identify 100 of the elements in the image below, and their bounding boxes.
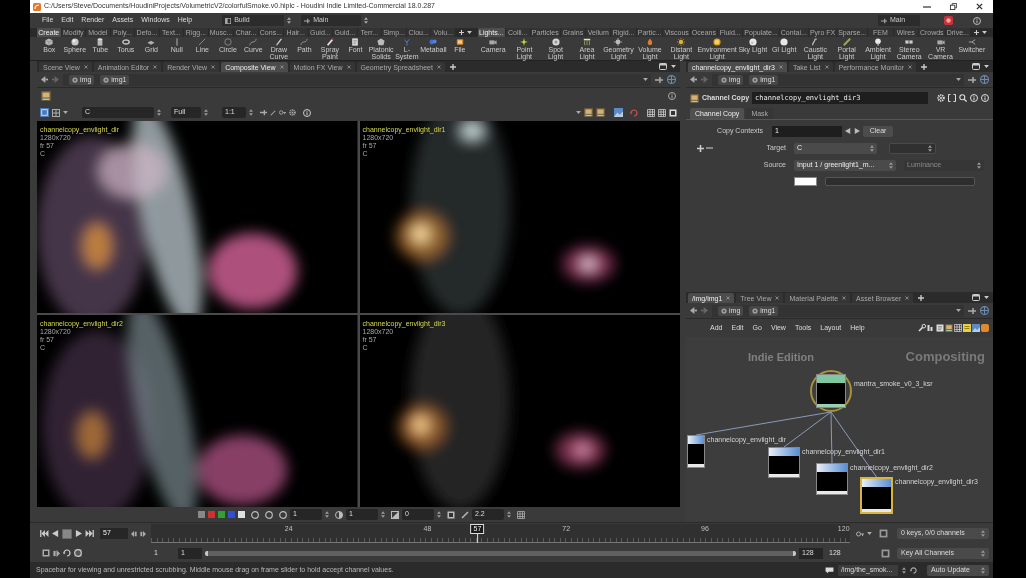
caret-icon[interactable] — [956, 78, 961, 81]
updown-icon[interactable] — [507, 511, 511, 518]
close-icon[interactable] — [976, 3, 983, 10]
grid-icon[interactable] — [658, 108, 666, 117]
info-icon[interactable] — [973, 16, 981, 25]
back-arrow-icon[interactable] — [690, 307, 697, 314]
badge-icon[interactable] — [944, 16, 953, 25]
network-node[interactable] — [768, 447, 800, 478]
minimize-icon[interactable] — [923, 5, 931, 8]
caret-icon[interactable] — [671, 65, 676, 68]
slash-icon[interactable] — [461, 510, 469, 519]
square-frame-icon[interactable] — [881, 548, 890, 558]
back-arrow-icon[interactable] — [690, 76, 697, 83]
add-shelf-icon[interactable] — [973, 30, 979, 35]
grid-icon[interactable] — [647, 108, 655, 117]
cross-icon[interactable] — [655, 75, 663, 84]
skip-end-icon[interactable] — [85, 530, 94, 537]
chat-icon[interactable] — [825, 566, 834, 574]
wrench-icon[interactable] — [918, 324, 926, 332]
square-frame-icon[interactable] — [669, 108, 677, 117]
updown-icon[interactable] — [981, 549, 985, 557]
search-icon[interactable] — [959, 94, 967, 102]
skip-start-icon[interactable] — [40, 530, 49, 537]
text-page-icon[interactable] — [936, 324, 944, 332]
info-icon[interactable] — [668, 92, 676, 100]
color-swatch[interactable] — [794, 176, 817, 186]
key-icon[interactable] — [856, 529, 864, 538]
caret-icon[interactable] — [867, 532, 872, 535]
cross-icon[interactable] — [968, 306, 976, 315]
caret-icon[interactable] — [63, 111, 68, 114]
updown-icon[interactable] — [157, 109, 161, 116]
restore-icon[interactable] — [950, 3, 957, 10]
square-frame-icon[interactable] — [447, 510, 455, 519]
globe-icon[interactable] — [980, 306, 989, 315]
info-icon[interactable] — [303, 108, 311, 117]
updown-icon[interactable] — [889, 161, 893, 169]
loop-icon[interactable] — [910, 566, 917, 574]
gear-icon[interactable] — [289, 109, 296, 116]
grid-icon[interactable] — [517, 510, 525, 519]
bars-icon[interactable] — [927, 324, 935, 332]
exposure-icon[interactable] — [391, 510, 399, 519]
step-back-icon[interactable] — [52, 530, 59, 537]
updown-icon[interactable] — [381, 511, 385, 518]
sticky-note-icon[interactable] — [963, 324, 971, 332]
updown-icon[interactable] — [437, 511, 441, 518]
left-arrow-icon[interactable] — [845, 128, 851, 134]
updown-icon[interactable] — [364, 17, 369, 24]
network-node[interactable] — [816, 463, 848, 495]
ring-icon[interactable] — [74, 549, 82, 557]
timeline-track[interactable] — [151, 524, 850, 543]
grid-icon[interactable] — [954, 324, 962, 332]
rounded-square-icon[interactable] — [981, 324, 989, 332]
updown-icon[interactable] — [870, 144, 874, 152]
updown-icon[interactable] — [204, 109, 208, 116]
caret-icon[interactable] — [981, 31, 987, 34]
previous-key-icon[interactable] — [131, 530, 137, 537]
updown-icon[interactable] — [902, 566, 906, 574]
slash-icon[interactable] — [270, 109, 276, 116]
network-node[interactable] — [687, 435, 705, 468]
caret-icon[interactable] — [643, 78, 648, 81]
updown-icon[interactable] — [981, 566, 985, 574]
add-shelf-icon[interactable] — [459, 30, 464, 35]
next-key-icon[interactable] — [140, 530, 146, 537]
image-thumbnail-icon[interactable] — [41, 91, 51, 101]
caret-icon[interactable] — [984, 65, 989, 68]
quad-view-icon[interactable] — [52, 108, 60, 117]
key-icon[interactable] — [279, 109, 286, 116]
network-node[interactable] — [810, 370, 852, 412]
bracket-icon[interactable] — [948, 94, 956, 102]
network-node[interactable] — [860, 477, 893, 514]
right-arrow-icon[interactable] — [854, 128, 860, 134]
image-thumbnail-icon[interactable] — [945, 324, 953, 332]
stop-icon[interactable] — [62, 528, 72, 539]
frame-range-slider[interactable] — [205, 550, 796, 556]
updown-icon[interactable] — [981, 530, 985, 537]
pane-layout-icon[interactable] — [972, 63, 980, 70]
add-icon[interactable] — [697, 144, 704, 152]
step-forward-icon[interactable] — [53, 549, 60, 557]
caret-icon[interactable] — [984, 296, 989, 299]
pane-layout-icon[interactable] — [659, 63, 667, 70]
updown-icon[interactable] — [928, 144, 932, 152]
add-tab-icon[interactable] — [918, 294, 925, 301]
updown-icon[interactable] — [325, 511, 329, 518]
contrast-icon[interactable] — [335, 510, 343, 519]
play-icon[interactable] — [75, 530, 82, 537]
add-tab-icon[interactable] — [449, 63, 456, 70]
image-thumbnail-icon[interactable] — [596, 108, 605, 117]
caret-icon[interactable] — [467, 31, 472, 34]
back-arrow-icon[interactable] — [41, 76, 48, 83]
loop-icon[interactable] — [63, 549, 71, 557]
caret-icon[interactable] — [576, 111, 581, 114]
square-frame-icon[interactable] — [879, 529, 888, 538]
cross-icon[interactable] — [260, 109, 267, 116]
add-tab-icon[interactable] — [920, 63, 927, 70]
globe-icon[interactable] — [667, 75, 676, 84]
image-thumbnail-icon[interactable] — [584, 108, 593, 117]
updown-icon[interactable] — [287, 17, 292, 24]
caret-icon[interactable] — [956, 309, 961, 312]
cross-icon[interactable] — [968, 75, 976, 84]
square-frame-icon[interactable] — [42, 549, 50, 557]
